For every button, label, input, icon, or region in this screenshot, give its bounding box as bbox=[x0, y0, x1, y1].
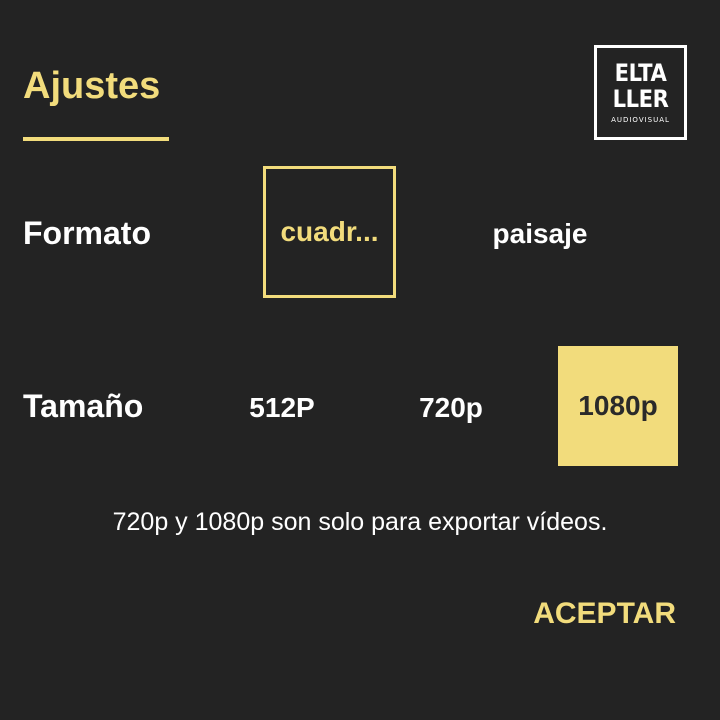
size-option-720p-label: 720p bbox=[419, 392, 483, 423]
format-option-landscape-label: paisaje bbox=[492, 218, 588, 249]
logo-line-1: ELTA bbox=[614, 59, 667, 87]
logo-subtitle: AUDIOVISUAL bbox=[611, 116, 670, 124]
size-option-1080p[interactable]: 1080p bbox=[558, 346, 678, 466]
size-option-512p-label: 512P bbox=[249, 392, 315, 423]
size-option-512p[interactable]: 512P bbox=[226, 380, 338, 436]
logo-line-2: LLER bbox=[612, 85, 669, 113]
accept-button[interactable]: ACEPTAR bbox=[533, 597, 676, 631]
settings-dialog: Ajustes ELTA LLER AUDIOVISUAL Formato cu… bbox=[0, 0, 720, 720]
format-option-landscape[interactable]: paisaje bbox=[470, 206, 610, 262]
format-option-square[interactable]: cuadr... bbox=[263, 166, 396, 298]
brand-logo: ELTA LLER AUDIOVISUAL bbox=[594, 45, 687, 140]
title-underline bbox=[23, 137, 169, 141]
dialog-title: Ajustes bbox=[23, 65, 161, 107]
size-label: Tamaño bbox=[23, 388, 144, 424]
format-option-square-label: cuadr... bbox=[280, 216, 379, 247]
format-label: Formato bbox=[23, 215, 151, 251]
size-option-720p[interactable]: 720p bbox=[395, 380, 507, 436]
export-note: 720p y 1080p son solo para exportar víde… bbox=[112, 508, 608, 536]
size-option-1080p-label: 1080p bbox=[578, 390, 658, 421]
